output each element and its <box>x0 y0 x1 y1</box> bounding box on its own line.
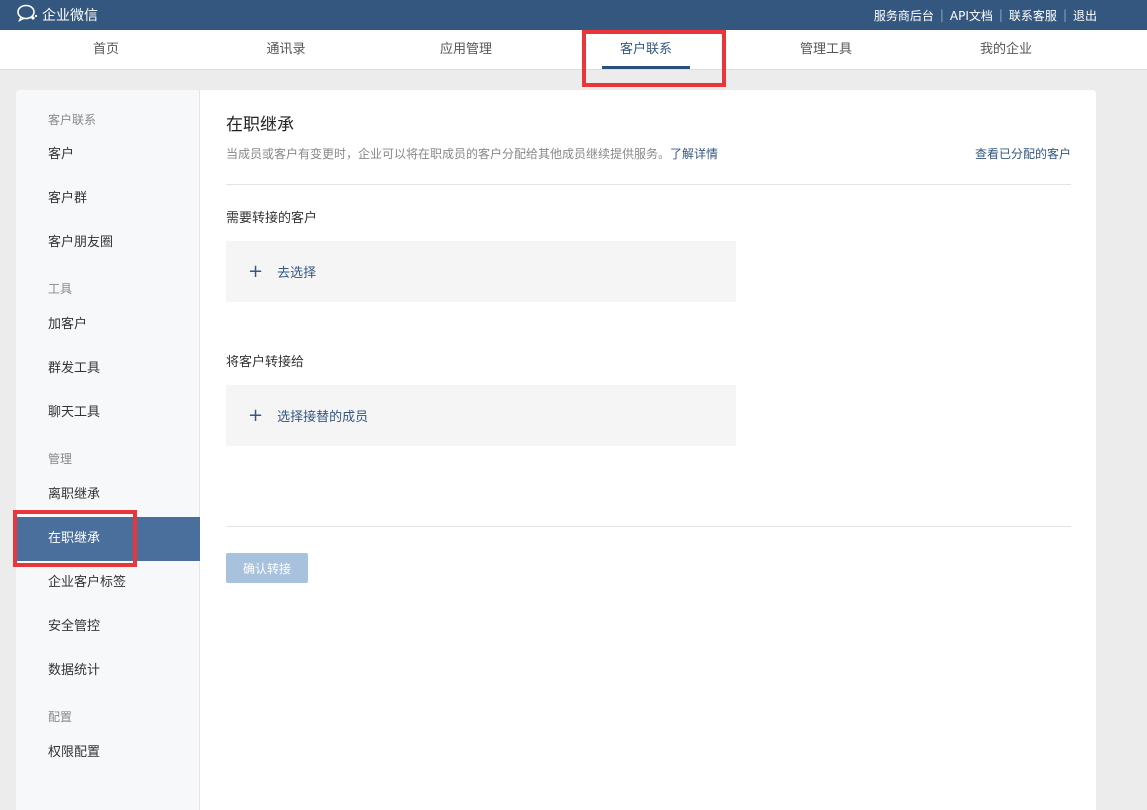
plus-icon: + <box>248 260 264 282</box>
sidebar-item-mass-message[interactable]: 群发工具 <box>16 347 200 391</box>
select-member-button[interactable]: + 选择接替的成员 <box>226 385 736 446</box>
highlight-box <box>582 30 726 87</box>
link-separator: | <box>1062 8 1067 22</box>
section-customers-label: 需要转接的客户 <box>226 211 318 226</box>
link-logout[interactable]: 退出 <box>1073 7 1097 24</box>
sidebar-item-security-control[interactable]: 安全管控 <box>16 605 200 649</box>
tab-home[interactable]: 首页 <box>16 30 196 70</box>
tab-management-tools[interactable]: 管理工具 <box>736 30 916 70</box>
highlight-box <box>13 510 137 567</box>
page-title: 在职继承 <box>226 115 294 135</box>
link-api-docs[interactable]: API文档 <box>950 7 993 24</box>
sidebar-item-customers[interactable]: 客户 <box>16 133 200 177</box>
sidebar-heading-management: 管理 <box>48 452 73 466</box>
wecom-logo-icon <box>16 3 38 27</box>
select-customers-button[interactable]: + 去选择 <box>226 241 736 302</box>
sidebar-item-customer-tags[interactable]: 企业客户标签 <box>16 561 200 605</box>
main-panel: 客户联系 客户 客户群 客户朋友圈 工具 加客户 群发工具 聊天工具 管理 离职… <box>16 90 1096 810</box>
link-contact-support[interactable]: 联系客服 <box>1009 7 1057 24</box>
sidebar-item-add-customer[interactable]: 加客户 <box>16 303 200 347</box>
view-assigned-customers-link[interactable]: 查看已分配的客户 <box>975 145 1071 162</box>
select-customers-label: 去选择 <box>277 266 317 281</box>
sidebar-item-customer-moments[interactable]: 客户朋友圈 <box>16 221 200 265</box>
plus-icon: + <box>248 404 264 426</box>
description-text: 当成员或客户有变更时，企业可以将在职成员的客户分配给其他成员继续提供服务。 <box>226 147 671 161</box>
sidebar-heading-config: 配置 <box>48 710 73 724</box>
brand[interactable]: 企业微信 <box>16 0 98 30</box>
sidebar: 客户联系 客户 客户群 客户朋友圈 工具 加客户 群发工具 聊天工具 管理 离职… <box>16 90 200 810</box>
tab-my-enterprise[interactable]: 我的企业 <box>916 30 1096 70</box>
link-service-provider[interactable]: 服务商后台 <box>874 7 934 24</box>
link-separator: | <box>998 8 1003 22</box>
sidebar-item-statistics[interactable]: 数据统计 <box>16 649 200 693</box>
sidebar-item-customer-groups[interactable]: 客户群 <box>16 177 200 221</box>
page-description: 当成员或客户有变更时，企业可以将在职成员的客户分配给其他成员继续提供服务。了解详… <box>226 145 718 162</box>
select-member-label: 选择接替的成员 <box>277 410 369 425</box>
sidebar-item-permissions[interactable]: 权限配置 <box>16 731 200 775</box>
brand-name: 企业微信 <box>42 8 98 24</box>
tab-contacts[interactable]: 通讯录 <box>196 30 376 70</box>
link-separator: | <box>939 8 944 22</box>
sidebar-item-chat-tools[interactable]: 聊天工具 <box>16 391 200 435</box>
main-nav: 首页 通讯录 应用管理 客户联系 管理工具 我的企业 <box>0 30 1147 70</box>
top-bar: 企业微信 服务商后台 | API文档 | 联系客服 | 退出 <box>0 0 1147 30</box>
divider <box>226 526 1071 527</box>
tab-app-management[interactable]: 应用管理 <box>376 30 556 70</box>
divider <box>226 184 1071 185</box>
section-transfer-to-label: 将客户转接给 <box>226 355 305 370</box>
sidebar-heading-tools: 工具 <box>48 282 73 296</box>
sidebar-heading-customer-contact: 客户联系 <box>48 113 97 127</box>
confirm-transfer-button[interactable]: 确认转接 <box>226 553 308 583</box>
top-links: 服务商后台 | API文档 | 联系客服 | 退出 <box>874 0 1097 30</box>
learn-more-link[interactable]: 了解详情 <box>670 147 718 161</box>
